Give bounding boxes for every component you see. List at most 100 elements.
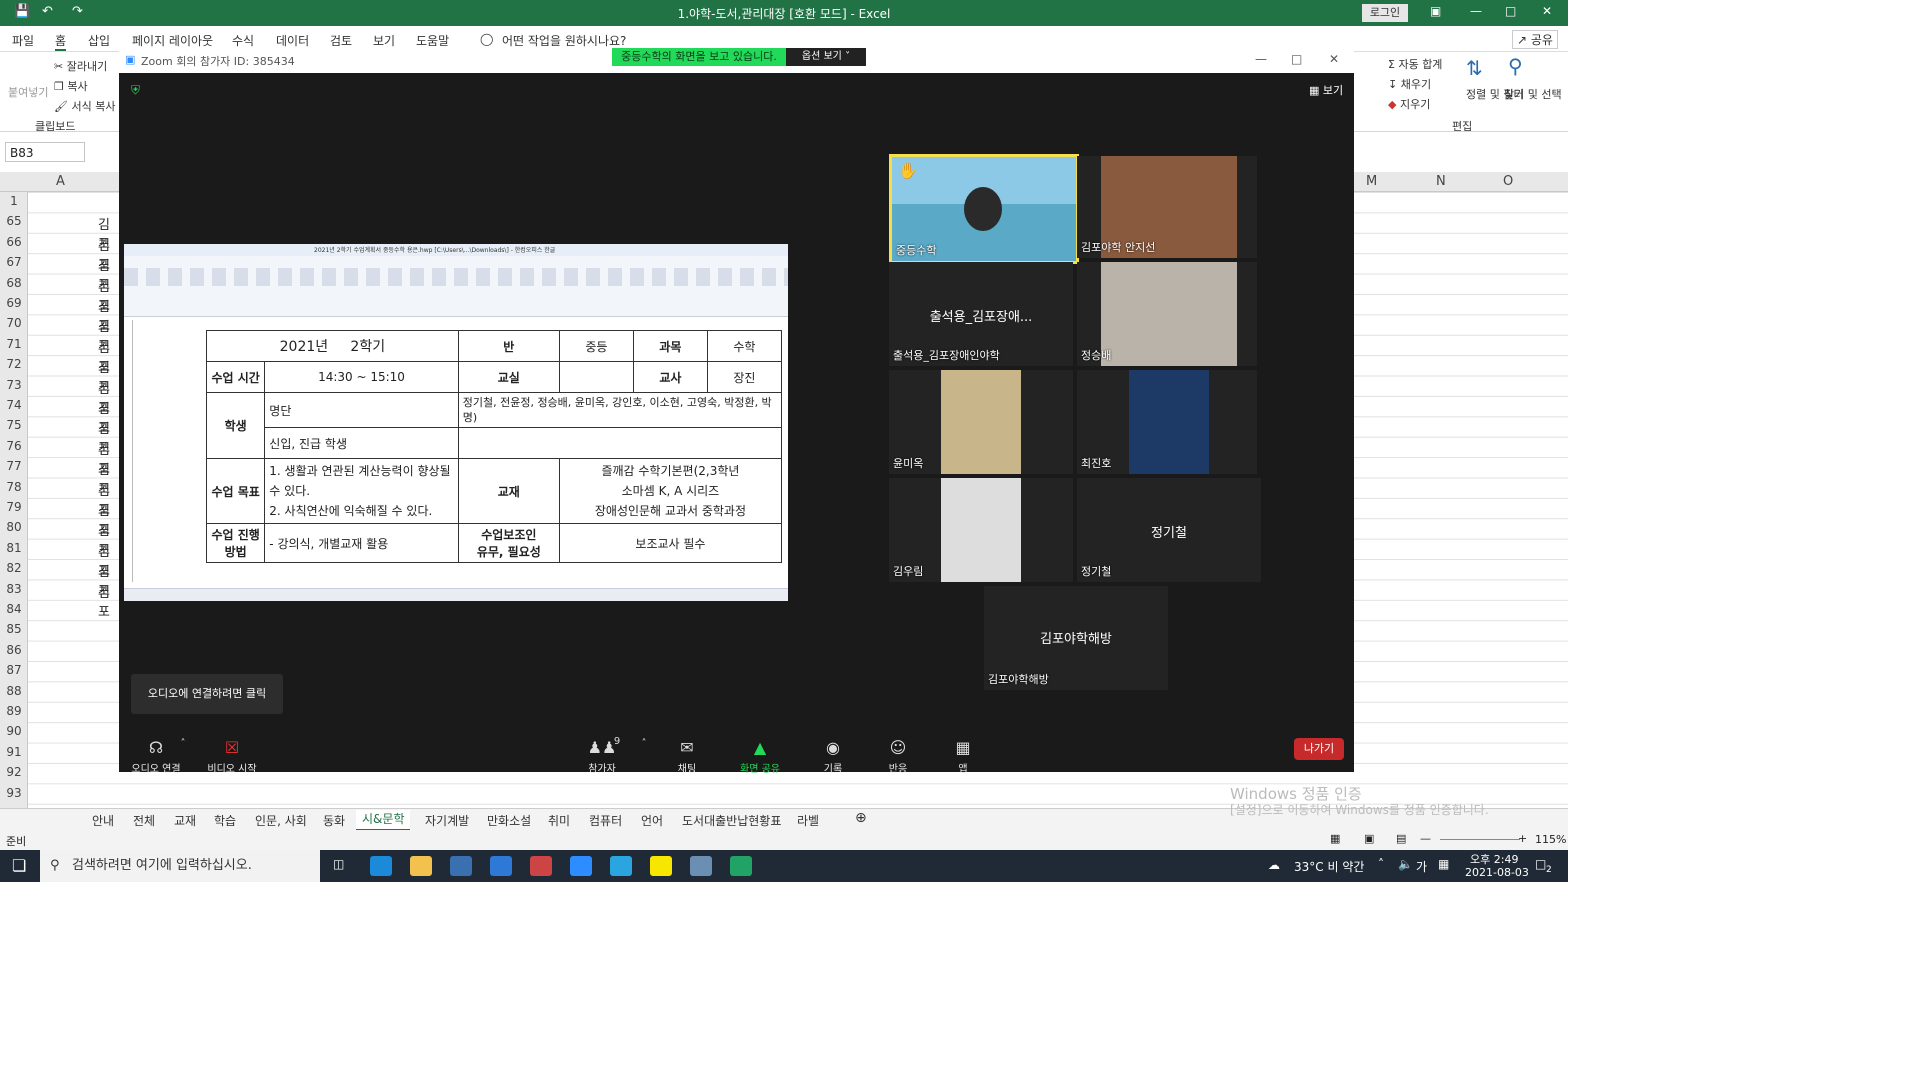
sheet-tab[interactable]: 컴퓨터: [589, 812, 622, 829]
reactions-button[interactable]: 반응: [868, 760, 928, 775]
row-header[interactable]: 86: [0, 643, 28, 657]
format-painter-button[interactable]: 🖌 서식 복사: [54, 98, 115, 114]
apps-button[interactable]: 앱: [933, 760, 993, 775]
gallery-view-button[interactable]: ▦ 보기: [1309, 82, 1343, 98]
paint-icon[interactable]: [690, 856, 712, 876]
tab-view[interactable]: 보기: [373, 32, 395, 49]
page-layout-icon[interactable]: ▣: [1364, 832, 1374, 845]
sheet-tab[interactable]: 학습: [214, 812, 236, 829]
participant-tile-active[interactable]: ✋ 중등수학: [889, 154, 1079, 264]
row-header[interactable]: 90: [0, 724, 28, 738]
zoom-in-icon[interactable]: +: [1518, 832, 1527, 845]
participant-tile[interactable]: 최진호: [1077, 370, 1257, 474]
security-shield-icon[interactable]: ⛨: [131, 83, 140, 98]
share-screen-icon[interactable]: ▲: [730, 738, 790, 757]
participant-tile[interactable]: 정승배: [1077, 262, 1257, 366]
zoom-minimize-icon[interactable]: —: [1255, 52, 1267, 66]
record-icon[interactable]: ◉: [803, 738, 863, 757]
normal-view-icon[interactable]: ▦: [1330, 832, 1340, 845]
column-header-n[interactable]: N: [1436, 174, 1446, 189]
participant-tile[interactable]: 윤미옥: [889, 370, 1073, 474]
participants-button[interactable]: 참가자: [572, 760, 632, 775]
video-off-icon[interactable]: ☒: [202, 738, 262, 757]
sheet-tab[interactable]: 만화소설: [487, 812, 531, 829]
paste-button[interactable]: 붙여넣기: [8, 84, 48, 100]
start-video-button[interactable]: 비디오 시작: [202, 760, 262, 775]
sheet-tab[interactable]: 교재: [174, 812, 196, 829]
kakaotalk-icon[interactable]: [650, 856, 672, 876]
app-icon[interactable]: [530, 856, 552, 876]
column-header-o[interactable]: O: [1503, 174, 1513, 189]
autosum-button[interactable]: Σ 자동 합계: [1388, 56, 1442, 72]
sheet-tab[interactable]: 언어: [641, 812, 663, 829]
sheet-tab[interactable]: 취미: [548, 812, 570, 829]
sheet-tab[interactable]: 자기계발: [425, 812, 469, 829]
row-header[interactable]: 88: [0, 684, 28, 698]
row-header[interactable]: 91: [0, 745, 28, 759]
reactions-icon[interactable]: ☺: [868, 738, 928, 757]
apps-icon[interactable]: ▦: [933, 738, 993, 757]
excel-app-icon[interactable]: [730, 856, 752, 876]
participant-tile[interactable]: 김우림: [889, 478, 1073, 582]
row-header[interactable]: 92: [0, 765, 28, 779]
sheet-tab[interactable]: 인문, 사회: [255, 812, 307, 829]
row-header[interactable]: 85: [0, 622, 28, 636]
zoom-maximize-icon[interactable]: □: [1291, 52, 1302, 66]
row-header[interactable]: 87: [0, 663, 28, 677]
telegram-icon[interactable]: [610, 856, 632, 876]
edge-icon[interactable]: [370, 856, 392, 876]
minimize-icon[interactable]: —: [1470, 4, 1482, 18]
participant-tile[interactable]: 정기철 정기철: [1077, 478, 1261, 582]
tell-me-box[interactable]: 어떤 작업을 원하시나요?: [502, 32, 626, 49]
hwp-toolbar[interactable]: [124, 256, 788, 317]
row-header[interactable]: 93: [0, 786, 28, 800]
sheet-tab[interactable]: 동화: [323, 812, 345, 829]
zoom-app-icon[interactable]: [570, 856, 592, 876]
fill-button[interactable]: ↧ 채우기: [1388, 76, 1431, 92]
participant-tile[interactable]: 출석용_김포장애... 출석용_김포장애인야학: [889, 262, 1073, 366]
sheet-tab[interactable]: 안내: [92, 812, 114, 829]
mail-icon[interactable]: [490, 856, 512, 876]
task-view-icon[interactable]: ◫: [333, 857, 344, 871]
join-audio-button[interactable]: 오디오 연결: [126, 760, 186, 775]
find-select-button[interactable]: 찾기 및 선택: [1504, 86, 1562, 102]
clock-date[interactable]: 2021-08-03: [1465, 866, 1529, 879]
tab-data[interactable]: 데이터: [276, 32, 309, 49]
zoom-close-icon[interactable]: ✕: [1329, 52, 1339, 66]
participant-tile[interactable]: 김포야학 안지선: [1077, 156, 1257, 258]
clock-time[interactable]: 오후 2:49: [1470, 851, 1518, 867]
zoom-slider[interactable]: [1440, 839, 1520, 840]
tab-insert[interactable]: 삽입: [88, 32, 110, 49]
ime-indicator[interactable]: 가: [1416, 858, 1427, 875]
cell-a[interactable]: 김포: [98, 582, 120, 620]
file-explorer-icon[interactable]: [410, 856, 432, 876]
name-box[interactable]: B83: [5, 142, 85, 162]
view-options-button[interactable]: 옵션 보기 ˅: [786, 48, 866, 66]
zoom-level[interactable]: 115%: [1535, 833, 1566, 846]
tray-chevron-icon[interactable]: ˄: [1378, 857, 1384, 871]
taskbar-search[interactable]: ⚲ 검색하려면 여기에 입력하십시오.: [40, 850, 320, 882]
maximize-icon[interactable]: □: [1505, 4, 1516, 18]
sheet-tab[interactable]: 전체: [133, 812, 155, 829]
zoom-out-icon[interactable]: —: [1420, 832, 1431, 845]
copy-button[interactable]: ❐ 복사: [54, 78, 88, 94]
chat-button[interactable]: 채팅: [657, 760, 717, 775]
tab-formulas[interactable]: 수식: [232, 32, 254, 49]
share-button[interactable]: ↗ 공유: [1512, 30, 1558, 49]
sheet-tab[interactable]: 도서대출반납현황표: [682, 812, 781, 829]
add-sheet-icon[interactable]: ⊕: [855, 810, 867, 826]
close-icon[interactable]: ✕: [1542, 4, 1552, 18]
page-break-icon[interactable]: ▤: [1396, 832, 1406, 845]
share-screen-button[interactable]: 화면 공유: [730, 760, 790, 775]
tab-home[interactable]: 홈: [55, 32, 67, 51]
sheet-tab[interactable]: 라벨: [797, 812, 819, 829]
participant-tile[interactable]: 김포야학해방 김포야학해방: [984, 586, 1168, 690]
windows-start-icon[interactable]: ❏: [12, 856, 26, 875]
notification-icon[interactable]: □: [1535, 857, 1546, 871]
record-button[interactable]: 기록: [803, 760, 863, 775]
cut-button[interactable]: ✂ 잘라내기: [54, 58, 107, 74]
ime-mode-icon[interactable]: ▦: [1438, 857, 1449, 871]
row-header[interactable]: 84: [0, 602, 28, 616]
store-icon[interactable]: [450, 856, 472, 876]
tab-review[interactable]: 검토: [330, 32, 352, 49]
